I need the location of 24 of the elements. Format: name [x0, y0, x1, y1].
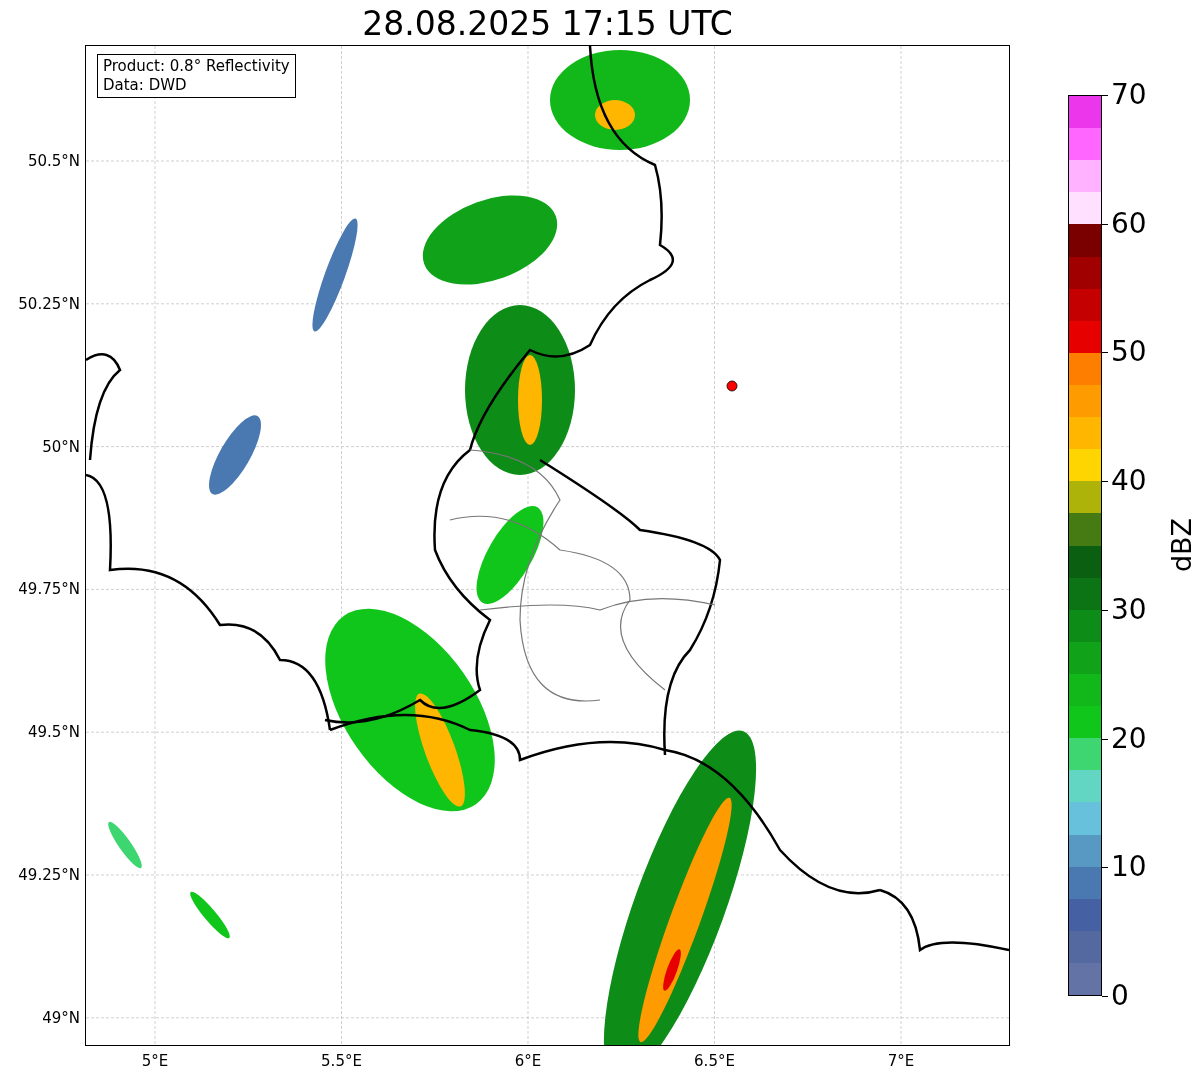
colorbar-tick-label: 30: [1111, 593, 1147, 626]
y-tick-label: 50.25°N: [18, 294, 80, 313]
colorbar-tick-label: 60: [1111, 207, 1147, 240]
colorbar-tick-label: 20: [1111, 722, 1147, 755]
info-text: Product: 0.8° Reflectivity: [103, 57, 290, 76]
y-tick-label: 49°N: [42, 1008, 80, 1027]
x-tick-label: 7°E: [887, 1052, 915, 1070]
chart-title: 28.08.2025 17:15 UTC: [362, 4, 733, 44]
x-tick-label: 6°E: [514, 1052, 542, 1070]
colorbar-tick-label: 70: [1111, 79, 1147, 111]
y-tick-label: 50.5°N: [27, 152, 80, 170]
y-tick-label: 49.75°N: [18, 580, 80, 599]
colorbar-tick-label: 0: [1111, 980, 1129, 1012]
colorbar-label: dBZ: [1167, 517, 1197, 573]
x-tick-label: 6.5°E: [694, 1052, 735, 1070]
y-tick-label: 49.5°N: [27, 723, 80, 742]
info-text: Data: DWD: [103, 76, 188, 95]
x-tick-label: 5.5°E: [321, 1052, 362, 1070]
colorbar-tick-label: 50: [1111, 336, 1147, 369]
y-tick-label: 49.25°N: [18, 866, 80, 884]
colorbar-tick-label: 40: [1111, 465, 1147, 498]
colorbar-tick-label: 10: [1111, 851, 1147, 884]
x-tick-label: 5°E: [141, 1052, 169, 1070]
y-tick-label: 50°N: [42, 437, 80, 456]
